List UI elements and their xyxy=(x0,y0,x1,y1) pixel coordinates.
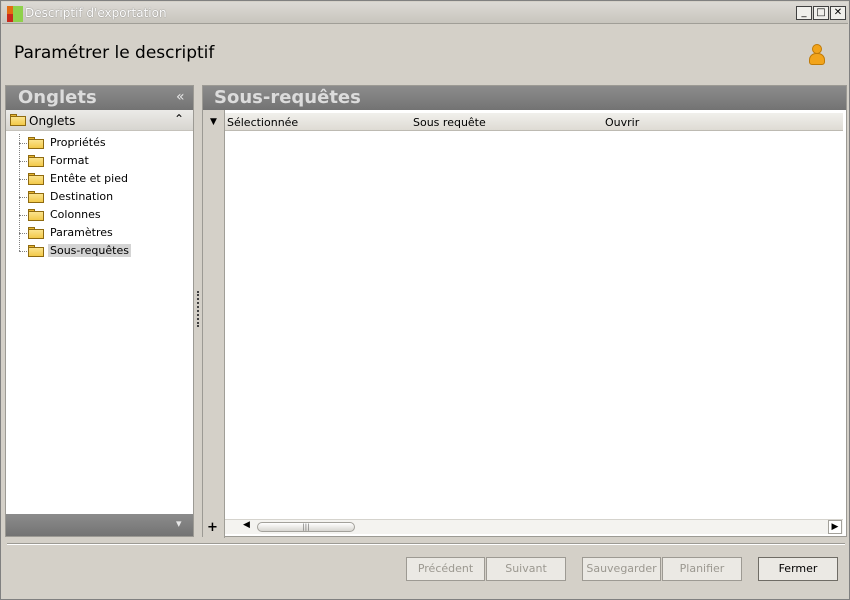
tree-item-format[interactable]: Format xyxy=(16,152,186,170)
chevron-up-icon[interactable]: ⌃ xyxy=(174,112,184,126)
tabs-panel: Onglets « Onglets ⌃ Propriétés Format En… xyxy=(5,85,194,537)
tree-item-sous-requetes[interactable]: Sous-requêtes xyxy=(16,242,186,260)
open-folder-icon xyxy=(28,245,44,257)
maximize-button[interactable]: □ xyxy=(813,6,829,20)
folder-icon xyxy=(28,227,44,239)
next-button[interactable]: Suivant xyxy=(486,557,566,581)
grid-row-selector-strip: ▼ xyxy=(203,110,225,538)
scroll-right-icon[interactable]: ▶ xyxy=(828,520,842,534)
tabs-panel-header: Onglets « xyxy=(6,86,193,110)
panel-splitter[interactable] xyxy=(195,85,201,537)
folder-icon xyxy=(28,173,44,185)
tabs-panel-footer: ▾ xyxy=(6,514,193,536)
window-title: Descriptif d'exportation xyxy=(25,6,167,20)
scroll-left-icon[interactable]: ◀ xyxy=(243,520,250,530)
subqueries-panel: Sous-requêtes ▼ Sélectionnée Sous requêt… xyxy=(202,85,847,538)
tree-item-colonnes[interactable]: Colonnes xyxy=(16,206,186,224)
minimize-button[interactable]: _ xyxy=(796,6,812,20)
export-descriptor-window: Descriptif d'exportation _ □ ✕ Paramétre… xyxy=(0,0,850,600)
column-chooser-icon[interactable]: ▼ xyxy=(210,117,217,127)
schedule-button[interactable]: Planifier xyxy=(662,557,742,581)
tree-item-parametres[interactable]: Paramètres xyxy=(16,224,186,242)
dropdown-arrow-icon[interactable]: ▾ xyxy=(176,517,182,530)
tree-item-proprietes[interactable]: Propriétés xyxy=(16,134,186,152)
tree-item-label: Propriétés xyxy=(50,136,106,149)
tree-item-label: Colonnes xyxy=(50,208,101,221)
tabs-panel-title: Onglets xyxy=(18,87,97,108)
column-header-selectionnee[interactable]: Sélectionnée xyxy=(227,116,298,129)
close-window-button[interactable]: ✕ xyxy=(830,6,846,20)
collapse-panel-icon[interactable]: « xyxy=(176,89,185,105)
app-icon xyxy=(7,6,23,22)
folder-icon xyxy=(28,209,44,221)
folder-icon xyxy=(28,191,44,203)
grid-header: Sélectionnée Sous requête Ouvrir xyxy=(225,113,843,131)
tree-item-label: Entête et pied xyxy=(50,172,128,185)
tree-item-destination[interactable]: Destination xyxy=(16,188,186,206)
folder-icon xyxy=(10,114,26,126)
tree-item-entete-et-pied[interactable]: Entête et pied xyxy=(16,170,186,188)
add-row-icon[interactable]: + xyxy=(207,520,218,535)
horizontal-scrollbar[interactable]: ◀ ||| ▶ xyxy=(225,519,843,534)
folder-icon xyxy=(28,155,44,167)
column-header-sous-requete[interactable]: Sous requête xyxy=(413,116,486,129)
page-header: Paramétrer le descriptif xyxy=(2,24,848,82)
subqueries-grid-body[interactable] xyxy=(225,131,843,520)
tree-item-label: Destination xyxy=(50,190,114,203)
scrollbar-thumb[interactable]: ||| xyxy=(257,522,355,532)
page-title: Paramétrer le descriptif xyxy=(14,43,215,63)
column-header-ouvrir[interactable]: Ouvrir xyxy=(605,116,639,129)
tree-item-label: Paramètres xyxy=(50,226,113,239)
footer-separator xyxy=(7,543,845,545)
close-button[interactable]: Fermer xyxy=(758,557,838,581)
subqueries-panel-header: Sous-requêtes xyxy=(203,86,846,110)
tabs-group-title: Onglets xyxy=(29,114,76,128)
subqueries-panel-title: Sous-requêtes xyxy=(214,87,361,108)
save-button[interactable]: Sauvegarder xyxy=(582,557,661,581)
folder-icon xyxy=(28,137,44,149)
splitter-grip-icon xyxy=(197,291,199,327)
tree-item-label: Sous-requêtes xyxy=(48,244,131,257)
tree-item-label: Format xyxy=(50,154,89,167)
previous-button[interactable]: Précédent xyxy=(406,557,485,581)
user-icon[interactable] xyxy=(808,44,826,66)
tabs-group-bar[interactable]: Onglets ⌃ xyxy=(6,110,193,131)
title-bar[interactable]: Descriptif d'exportation _ □ ✕ xyxy=(2,2,848,24)
